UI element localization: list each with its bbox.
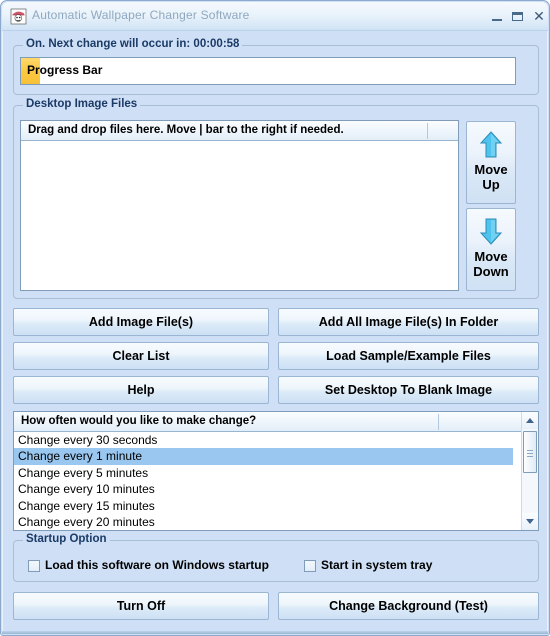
maximize-button[interactable] [510,9,526,24]
move-down-label-line1: Move [474,249,508,264]
change-background-test-button[interactable]: Change Background (Test) [278,592,539,620]
interval-list-item[interactable]: Change every 1 minute [14,448,513,465]
scroll-up-arrow-icon[interactable] [522,412,538,429]
app-wallpaper-icon [10,8,27,25]
interval-list-items: Change every 30 seconds Change every 1 mi… [14,432,522,530]
arrow-up-icon [478,130,504,160]
interval-list-header-label: How often would you like to make change? [21,415,257,427]
interval-list-item[interactable]: Change every 5 minutes [14,465,522,481]
start-in-system-tray-checkbox[interactable] [304,560,316,572]
maximize-icon [512,12,523,21]
startup-option-group-title: Startup Option [23,533,110,545]
move-up-label: Move Up [467,162,515,192]
status-group-title: On. Next change will occur in: 00:00:58 [23,38,243,50]
move-up-label-line1: Move [474,162,508,177]
load-sample-files-button[interactable]: Load Sample/Example Files [278,342,539,370]
arrow-down-icon [478,217,504,247]
move-up-label-line2: Up [482,177,500,192]
add-all-image-files-in-folder-button[interactable]: Add All Image File(s) In Folder [278,308,539,336]
interval-column-divider[interactable] [438,414,439,430]
interval-list-item[interactable]: Change every 15 minutes [14,498,522,514]
add-image-files-button[interactable]: Add Image File(s) [13,308,269,336]
interval-list-item[interactable]: Change every 10 minutes [14,481,522,497]
app-window: Automatic Wallpaper Changer Software ✕ O… [0,0,550,636]
scroll-down-arrow-icon[interactable] [522,513,538,530]
window-footer-edge [2,631,548,634]
move-down-button[interactable]: Move Down [466,208,516,291]
titlebar-divider [2,30,548,31]
title-bar[interactable]: Automatic Wallpaper Changer Software ✕ [2,2,548,30]
help-button[interactable]: Help [13,376,269,404]
start-in-system-tray-label: Start in system tray [321,558,433,572]
move-up-button[interactable]: Move Up [466,121,516,204]
file-list-header-label: Drag and drop files here. Move | bar to … [28,124,344,136]
load-on-startup-checkbox[interactable] [28,560,40,572]
scrollbar-thumb[interactable] [523,431,537,473]
move-down-label: Move Down [467,249,515,279]
turn-off-button[interactable]: Turn Off [13,592,269,620]
desktop-image-files-group-title: Desktop Image Files [23,98,141,110]
file-list-header: Drag and drop files here. Move | bar to … [21,121,458,141]
set-desktop-to-blank-image-button[interactable]: Set Desktop To Blank Image [278,376,539,404]
interval-list-header: How often would you like to make change? [14,412,538,432]
file-list-column-divider-2[interactable] [458,123,459,139]
move-down-label-line2: Down [473,264,509,279]
interval-list[interactable]: How often would you like to make change?… [13,411,539,531]
clear-list-button[interactable]: Clear List [13,342,269,370]
interval-list-item[interactable]: Change every 20 minutes [14,514,522,530]
minimize-button[interactable] [489,9,505,24]
minimize-icon [492,19,502,21]
progress-bar-label: Progress Bar [27,63,103,77]
interval-list-scrollbar[interactable] [521,412,538,530]
file-list[interactable]: Drag and drop files here. Move | bar to … [20,120,459,291]
file-list-column-divider-1[interactable] [427,123,428,139]
interval-list-item[interactable]: Change every 30 seconds [14,432,522,448]
progress-bar: Progress Bar [20,57,516,85]
load-on-startup-label: Load this software on Windows startup [45,558,269,572]
window-title: Automatic Wallpaper Changer Software [32,8,250,22]
close-button[interactable]: ✕ [531,9,547,24]
